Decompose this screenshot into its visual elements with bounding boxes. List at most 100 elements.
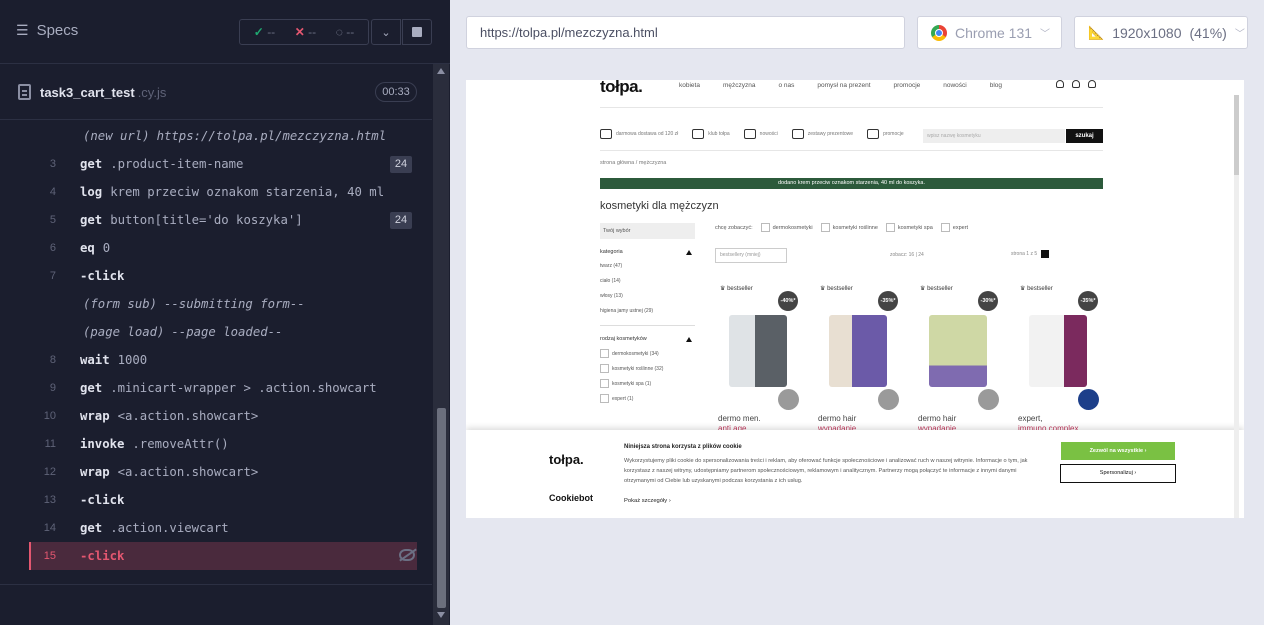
type-filter[interactable]: dermokosmetyki (34)	[600, 346, 695, 361]
command-name: (new url)	[83, 129, 150, 143]
category-filter[interactable]: twarz (47)	[600, 259, 695, 274]
quick-filter-option[interactable]: dermokosmetyki	[760, 223, 813, 232]
feature-item[interactable]: klub tołpa	[692, 129, 730, 139]
command-row[interactable]: 15 -click	[29, 542, 417, 570]
cookie-details-link[interactable]: Pokaż szczegóły ›	[624, 498, 671, 504]
command-row[interactable]: 9 get .minicart-wrapper > .action.showcart	[0, 374, 432, 402]
product-image[interactable]	[729, 315, 787, 387]
page-scrollbar[interactable]	[1234, 95, 1239, 518]
scroll-up-arrow-icon[interactable]	[437, 68, 445, 74]
heart-icon[interactable]	[1072, 80, 1080, 88]
product-image[interactable]	[1029, 315, 1087, 387]
search-button[interactable]: szukaj	[1066, 129, 1103, 143]
cookie-text: Wykorzystujemy pliki cookie do spersonal…	[624, 458, 1028, 484]
feature-label: klub tołpa	[708, 131, 730, 137]
command-row[interactable]: 7 -click	[0, 262, 432, 290]
command-row[interactable]: (new url) https://tolpa.pl/mezczyzna.html	[0, 122, 432, 150]
page-size-selector[interactable]: zobacz: 16 | 24	[890, 252, 924, 258]
cart-icon[interactable]	[1088, 80, 1096, 88]
checkbox[interactable]	[600, 364, 609, 373]
nav-item[interactable]: o nas	[778, 82, 794, 89]
checkbox[interactable]	[600, 394, 609, 403]
product-image[interactable]	[829, 315, 887, 387]
url-bar[interactable]: https://tolpa.pl/mezczyzna.html	[466, 16, 905, 49]
next-page-button[interactable]	[1041, 250, 1050, 258]
feature-item[interactable]: zestawy prezentowe	[791, 129, 853, 139]
scrollbar-thumb[interactable]	[437, 408, 446, 608]
command-row[interactable]: 13 -click	[0, 486, 432, 514]
checkbox[interactable]	[940, 223, 950, 232]
command-row[interactable]: 3 get .product-item-name 24	[0, 150, 432, 178]
sort-select[interactable]: bestsellery (mniej)	[715, 248, 787, 263]
command-row[interactable]: (page load) --page loaded--	[0, 318, 432, 346]
scroll-down-arrow-icon[interactable]	[437, 612, 445, 618]
divider	[600, 107, 1103, 108]
product-image[interactable]	[929, 315, 987, 387]
quick-filter-row: chcę zobaczyć: dermokosmetyki kosmetyki r…	[715, 223, 968, 232]
spec-file-name[interactable]: task3_cart_test .cy.js	[40, 85, 166, 100]
quick-filter-option[interactable]: kosmetyki spa	[885, 223, 933, 232]
nav-item[interactable]: pomysł na prezent	[817, 82, 870, 89]
search-input[interactable]: wpisz nazwę kosmetyku	[923, 129, 1065, 143]
command-row[interactable]: 10 wrap <a.action.showcart>	[0, 402, 432, 430]
scrollbar-thumb[interactable]	[1234, 95, 1239, 175]
type-filter[interactable]: expert (1)	[600, 391, 695, 406]
product-card[interactable]: ♛ bestseller -35%* expert, immuno complex.	[1015, 285, 1103, 433]
product-name[interactable]: dermo hair	[918, 414, 956, 423]
product-card[interactable]: ♛ bestseller -30%* dermo hair wypadanie	[915, 285, 1003, 433]
category-filter[interactable]: higiena jamy ustnej (29)	[600, 304, 695, 319]
command-row[interactable]: 5 get button[title='do koszyka'] 24	[0, 206, 432, 234]
category-filter[interactable]: ciało (14)	[600, 274, 695, 289]
feature-item[interactable]: promocje	[867, 129, 904, 139]
checkbox[interactable]	[760, 223, 770, 232]
nav-item[interactable]: promocje	[894, 82, 921, 89]
category-filter[interactable]: włosy (13)	[600, 289, 695, 304]
browser-selector[interactable]: Chrome 131 ﹀	[917, 16, 1062, 49]
viewport-size: 1920x1080	[1112, 24, 1182, 41]
cookie-accept-button[interactable]: Zezwól na wszystkie ›	[1061, 442, 1175, 460]
feature-item[interactable]: nowości	[743, 129, 778, 139]
product-name[interactable]: expert,	[1018, 414, 1042, 423]
command-row[interactable]: 12 wrap <a.action.showcart>	[0, 458, 432, 486]
product-name[interactable]: dermo hair	[818, 414, 856, 423]
brand-dot-icon	[978, 389, 999, 410]
feature-icon	[692, 129, 705, 139]
brand-dot-icon	[878, 389, 899, 410]
command-row[interactable]: 6 eq 0	[0, 234, 432, 262]
command-row[interactable]: 4 log krem przeciw oznakom starzenia, 40 m…	[0, 178, 432, 206]
viewport-selector[interactable]: 📐 1920x1080 (41%) ﹀	[1074, 16, 1248, 49]
nav-item[interactable]: nowości	[943, 82, 966, 89]
command-row[interactable]: 14 get .action.viewcart	[0, 514, 432, 542]
nav-item[interactable]: kobieta	[679, 82, 700, 89]
specs-toggle[interactable]: ☰ Specs	[16, 22, 78, 39]
cookie-customize-button[interactable]: Spersonalizuj ›	[1060, 464, 1176, 483]
site-logo[interactable]: tołpa.	[600, 80, 643, 97]
category-heading[interactable]: kategoria	[600, 249, 695, 259]
command-row[interactable]: 8 wait 1000	[0, 346, 432, 374]
type-filter[interactable]: kosmetyki spa (1)	[600, 376, 695, 391]
command-number: 7	[49, 270, 56, 282]
checkbox[interactable]	[600, 379, 609, 388]
collapse-button[interactable]: ⌄	[371, 19, 401, 45]
quick-filter-option[interactable]: expert	[940, 223, 968, 232]
stop-button[interactable]	[402, 19, 432, 45]
quick-filter-label: kosmetyki spa	[897, 224, 933, 231]
checkbox[interactable]	[885, 223, 895, 232]
account-icon[interactable]	[1056, 80, 1064, 88]
product-name[interactable]: dermo men.	[718, 414, 761, 423]
nav-item[interactable]: mężczyzna	[723, 82, 756, 89]
type-filter[interactable]: kosmetyki roślinne (32)	[600, 361, 695, 376]
type-heading[interactable]: rodzaj kosmetyków	[600, 336, 695, 346]
nav-item[interactable]: blog	[990, 82, 1002, 89]
command-row[interactable]: (form sub) --submitting form--	[0, 290, 432, 318]
product-card[interactable]: ♛ bestseller -35%* dermo hair wypadanie	[815, 285, 903, 433]
checkbox[interactable]	[600, 349, 609, 358]
product-card[interactable]: ♛ bestseller -40%* dermo men. anti age	[715, 285, 803, 433]
command-name: get	[80, 213, 103, 227]
breadcrumb[interactable]: strona główna / mężczyzna	[600, 160, 666, 166]
command-row[interactable]: 11 invoke .removeAttr()	[0, 430, 432, 458]
eye-slash-icon[interactable]	[399, 549, 415, 561]
feature-item[interactable]: darmowa dostawa od 120 zł	[600, 129, 678, 139]
quick-filter-option[interactable]: kosmetyki roślinne	[820, 223, 878, 232]
checkbox[interactable]	[820, 223, 830, 232]
